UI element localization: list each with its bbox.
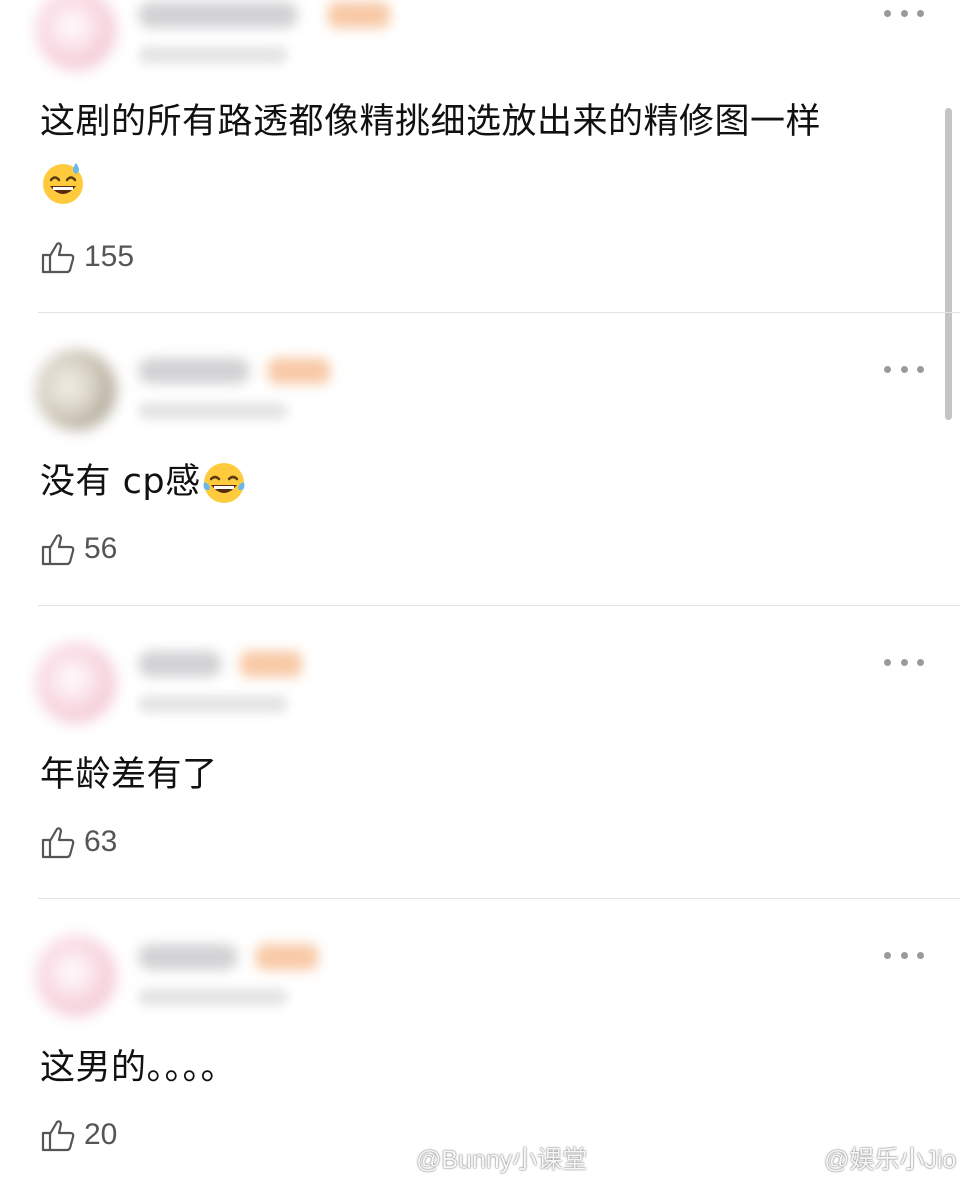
scrollbar[interactable] xyxy=(945,108,952,420)
blurred-username[interactable] xyxy=(138,2,298,28)
watermark: @娱乐小Jio xyxy=(780,1138,956,1178)
like-count: 155 xyxy=(84,240,135,273)
more-options-icon[interactable] xyxy=(884,655,924,669)
avatar[interactable] xyxy=(36,0,116,70)
divider xyxy=(38,605,960,606)
avatar[interactable] xyxy=(36,350,116,430)
watermark: @Bunny小课堂 xyxy=(372,1138,587,1178)
blurred-username[interactable] xyxy=(138,358,250,384)
comment-text: 没有 cp感 xyxy=(40,452,920,512)
thumbs-up-icon xyxy=(41,534,75,566)
avatar[interactable] xyxy=(36,643,116,723)
thumbs-up-icon xyxy=(41,1120,75,1152)
like-button[interactable]: 155 xyxy=(40,237,134,277)
avatar[interactable] xyxy=(36,936,116,1016)
blurred-username[interactable] xyxy=(138,651,222,677)
more-options-icon[interactable] xyxy=(884,948,924,962)
blurred-meta xyxy=(138,695,288,713)
blurred-badge xyxy=(328,2,390,28)
like-count: 63 xyxy=(84,825,118,858)
more-options-icon[interactable] xyxy=(884,6,924,20)
more-options-icon[interactable] xyxy=(884,362,924,376)
thumbs-up-icon xyxy=(41,827,75,859)
blurred-meta xyxy=(138,988,288,1006)
like-count: 20 xyxy=(84,1118,118,1151)
blurred-badge xyxy=(256,944,318,970)
blurred-badge xyxy=(240,651,302,677)
tears-of-joy-emoji xyxy=(203,463,245,503)
divider xyxy=(38,898,960,899)
thumbs-up-icon xyxy=(41,242,75,274)
comment-text: 这男的。。。。 xyxy=(40,1048,237,1088)
weibo-logo-icon xyxy=(372,1145,410,1174)
blurred-username[interactable] xyxy=(138,944,238,970)
comment-text: 这剧的所有路透都像精挑细选放出来的精修图一样 xyxy=(40,92,920,212)
blurred-meta xyxy=(138,402,288,420)
like-button[interactable]: 63 xyxy=(40,822,117,862)
comment-text: 年龄差有了 xyxy=(40,755,218,795)
like-button[interactable]: 56 xyxy=(40,529,117,569)
sweat-smile-emoji xyxy=(43,163,83,204)
like-button[interactable]: 20 xyxy=(40,1115,117,1155)
blurred-badge xyxy=(268,358,330,384)
like-count: 56 xyxy=(84,532,118,565)
divider xyxy=(38,312,960,313)
weibo-logo-icon xyxy=(780,1145,818,1174)
blurred-meta xyxy=(138,46,288,64)
